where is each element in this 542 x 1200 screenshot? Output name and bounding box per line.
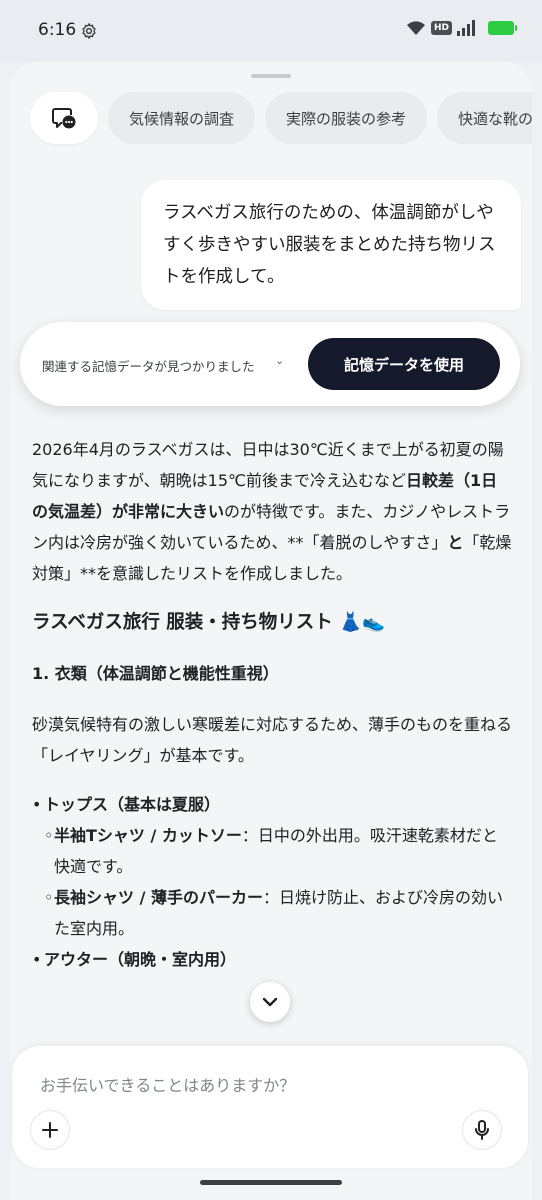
home-indicator[interactable]	[200, 1180, 342, 1185]
drag-handle[interactable]	[251, 74, 291, 78]
list-item: • トップス（基本は夏服）	[32, 789, 512, 820]
response-intro-and: と	[447, 533, 464, 552]
sub-item-bold: 長袖シャツ / 薄手のパーカー	[54, 888, 263, 907]
signal-icon	[457, 20, 475, 36]
chat-options-icon	[52, 108, 76, 129]
section-1-title: 1. 衣類（体温調節と機能性重視）	[32, 664, 279, 683]
chip-outfit-reference[interactable]: 実際の服装の参考	[265, 92, 428, 144]
scroll-down-button[interactable]	[250, 982, 290, 1022]
sub-item-bold: 半袖Tシャツ / カットソー	[54, 826, 242, 845]
battery-icon	[488, 21, 517, 35]
chevron-down-icon	[262, 997, 278, 1007]
microphone-button[interactable]	[462, 1110, 502, 1150]
add-attachment-button[interactable]	[30, 1110, 70, 1150]
plus-icon	[42, 1122, 58, 1138]
response-intro: 2026年4月のラスベガスは、日中は30℃近くまで上がる初夏の陽気になりますが、…	[32, 440, 512, 583]
chip-climate-research[interactable]: 気候情報の調査	[108, 92, 256, 144]
user-message-bubble: ラスベガス旅行のための、体温調節がしやすく歩きやすい服装をまとめた持ち物リストを…	[141, 180, 521, 310]
chat-sheet: 気候情報の調査 実際の服装の参考 快適な靴の ラスベガス旅行のための、体温調節が…	[10, 62, 532, 1200]
hd-badge: HD	[430, 21, 452, 35]
composer: お手伝いできることはありますか？	[12, 1046, 528, 1168]
chevron-down-icon[interactable]: ⌄	[275, 354, 284, 367]
bullet-tops: トップス（基本は夏服）	[44, 795, 221, 814]
memory-found-text[interactable]: 関連する記憶データが見つかりました	[42, 356, 255, 375]
list-item: ◦ 半袖Tシャツ / カットソー：日中の外出用。吸汗速乾素材だと快適です。	[44, 826, 498, 876]
assistant-response: 2026年4月のラスベガスは、日中は30℃近くまで上がる初夏の陽気になりますが、…	[32, 434, 512, 975]
use-memory-button[interactable]: 記憶データを使用	[308, 338, 500, 390]
new-chat-button[interactable]	[30, 92, 98, 144]
prompt-input[interactable]: お手伝いできることはありますか？	[40, 1072, 295, 1096]
chip-comfortable-shoes[interactable]: 快適な靴の	[437, 92, 532, 144]
list-item: • アウター（朝晩・室内用）	[32, 944, 512, 975]
memory-card: 関連する記憶データが見つかりました ⌄ 記憶データを使用	[20, 322, 520, 406]
status-time: 6:16	[38, 20, 77, 40]
microphone-icon	[475, 1120, 489, 1140]
status-icons: HD	[406, 20, 517, 36]
bullet-outer: アウター（朝晩・室内用）	[44, 950, 237, 969]
status-bar: 6:16 HD	[0, 0, 542, 62]
response-heading: ラスベガス旅行 服装・持ち物リスト 👗👟	[32, 612, 386, 633]
settings-gear-icon	[82, 23, 96, 39]
wifi-icon	[406, 21, 425, 35]
suggestion-chips: 気候情報の調査 実際の服装の参考 快適な靴の	[30, 92, 532, 144]
list-item: ◦ 長袖シャツ / 薄手のパーカー：日焼け防止、および冷房の効いた室内用。	[44, 888, 504, 938]
section-1-body: 砂漠気候特有の激しい寒暖差に対応するため、薄手のものを重ねる「レイヤリング」が基…	[32, 715, 513, 765]
